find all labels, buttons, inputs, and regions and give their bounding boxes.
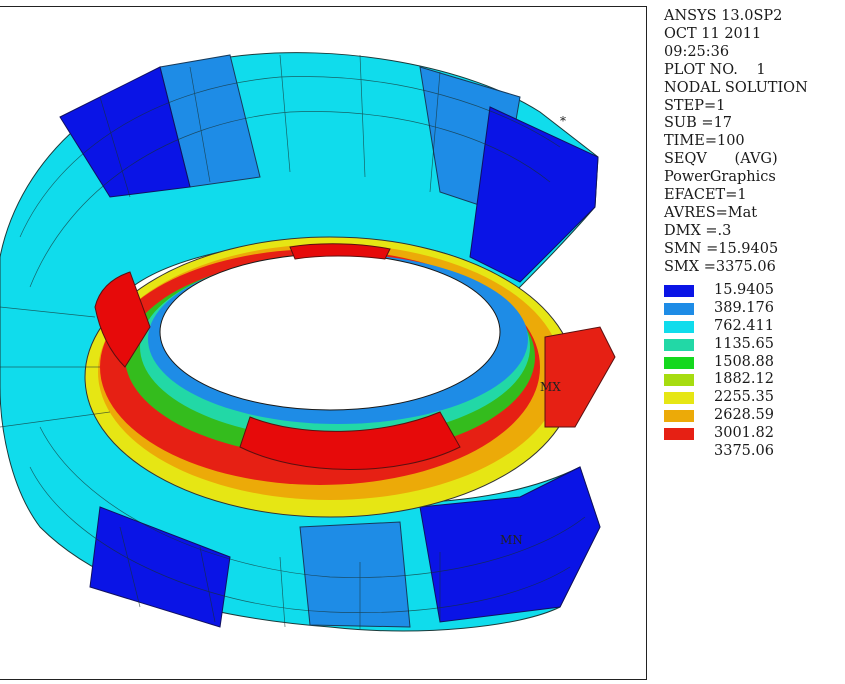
info-line: ANSYS 13.0SP2 xyxy=(664,8,844,26)
outer-band-3 xyxy=(470,107,598,282)
ring-hole xyxy=(160,254,500,410)
legend-swatch xyxy=(664,339,694,351)
info-line: PLOT NO. 1 xyxy=(664,62,844,80)
legend-row: 3001.82 xyxy=(664,425,844,443)
graphics-viewport[interactable]: * MX MN xyxy=(0,6,647,680)
legend-swatch xyxy=(664,428,694,440)
legend-row: 3375.06 xyxy=(664,443,844,461)
info-line: SUB =17 xyxy=(664,115,844,133)
info-line: PowerGraphics xyxy=(664,169,844,187)
legend-value: 389.176 xyxy=(714,300,774,318)
legend-swatch xyxy=(664,410,694,422)
info-line: SMN =15.9405 xyxy=(664,241,844,259)
legend-swatch xyxy=(664,303,694,315)
legend-row: 1882.12 xyxy=(664,371,844,389)
info-line: SEQV (AVG) xyxy=(664,151,844,169)
view-marker: * xyxy=(560,114,566,128)
legend-row: 1135.65 xyxy=(664,336,844,354)
info-line: SMX =3375.06 xyxy=(664,259,844,277)
info-line: OCT 11 2011 xyxy=(664,26,844,44)
legend-value: 762.411 xyxy=(714,318,774,336)
info-line: NODAL SOLUTION xyxy=(664,80,844,98)
legend-row: 762.411 xyxy=(664,318,844,336)
legend-value: 1135.65 xyxy=(714,336,774,354)
legend-value: 3001.82 xyxy=(714,425,774,443)
legend-swatch xyxy=(664,357,694,369)
info-line: 09:25:36 xyxy=(664,44,844,62)
legend-value: 15.9405 xyxy=(714,282,774,300)
fea-contour-model[interactable]: * MX MN xyxy=(0,7,646,679)
legend-row: 2255.35 xyxy=(664,389,844,407)
legend-swatch xyxy=(664,392,694,404)
legend-row: 15.9405 xyxy=(664,282,844,300)
legend-value: 1882.12 xyxy=(714,371,774,389)
info-line: STEP=1 xyxy=(664,98,844,116)
info-line: TIME=100 xyxy=(664,133,844,151)
contour-legend: 15.9405389.176762.4111135.651508.881882.… xyxy=(664,282,844,461)
legend-row: 389.176 xyxy=(664,300,844,318)
info-line: EFACET=1 xyxy=(664,187,844,205)
legend-value: 1508.88 xyxy=(714,354,774,372)
mx-marker: MX xyxy=(540,380,561,394)
mn-marker: MN xyxy=(500,533,523,547)
plot-info-panel: ANSYS 13.0SP2OCT 11 201109:25:36PLOT NO.… xyxy=(664,8,844,277)
legend-swatch xyxy=(664,321,694,333)
hot-spot-right xyxy=(545,327,615,427)
legend-value: 2255.35 xyxy=(714,389,774,407)
legend-value: 3375.06 xyxy=(714,443,774,461)
legend-value: 2628.59 xyxy=(714,407,774,425)
legend-swatch xyxy=(664,374,694,386)
legend-row: 2628.59 xyxy=(664,407,844,425)
info-line: AVRES=Mat xyxy=(664,205,844,223)
info-line: DMX =.3 xyxy=(664,223,844,241)
legend-row: 1508.88 xyxy=(664,354,844,372)
legend-swatch xyxy=(664,285,694,297)
